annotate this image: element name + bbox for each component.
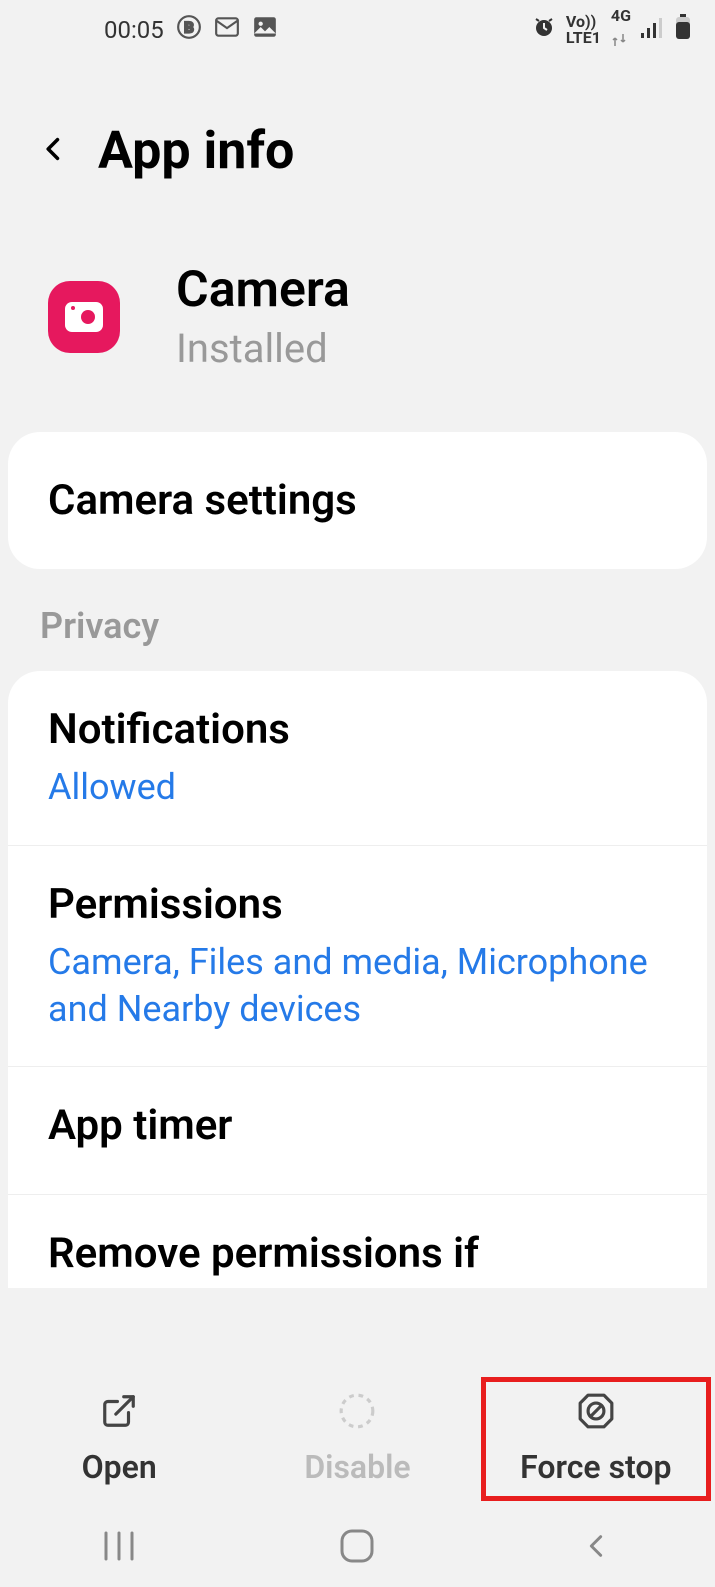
privacy-section-header: Privacy xyxy=(0,569,715,671)
force-stop-button[interactable]: Force stop xyxy=(481,1377,711,1501)
open-icon xyxy=(100,1392,138,1434)
permissions-subtitle: Camera, Files and media, Microphone and … xyxy=(48,939,667,1033)
disable-icon xyxy=(338,1392,376,1434)
page-title: App info xyxy=(98,120,294,181)
privacy-card: Notifications Allowed Permissions Camera… xyxy=(8,671,707,1288)
nav-back-button[interactable] xyxy=(477,1528,715,1568)
open-button[interactable]: Open xyxy=(4,1382,234,1496)
gallery-icon xyxy=(252,14,278,46)
app-timer-item[interactable]: App timer xyxy=(8,1067,707,1195)
disable-label: Disable xyxy=(304,1448,410,1486)
back-button[interactable] xyxy=(40,135,68,167)
status-bar: 00:05 B Vo)) LTE1 4G xyxy=(0,0,715,60)
open-label: Open xyxy=(82,1448,157,1486)
bottom-actions: Open Disable Force stop xyxy=(0,1369,715,1509)
remove-permissions-item[interactable]: Remove permissions if xyxy=(8,1195,707,1278)
app-info-text: Camera Installed xyxy=(176,261,350,372)
mail-icon xyxy=(214,14,240,46)
signal-icon xyxy=(641,16,665,44)
notifications-title: Notifications xyxy=(48,705,667,754)
status-left: 00:05 B xyxy=(24,14,278,46)
app-info-block: Camera Installed xyxy=(0,221,715,432)
volte-indicator: Vo)) LTE1 xyxy=(566,14,601,46)
battery-icon xyxy=(675,14,691,46)
camera-settings-label: Camera settings xyxy=(8,432,707,569)
status-time: 00:05 xyxy=(104,16,164,44)
force-stop-icon xyxy=(577,1392,615,1434)
message-icon: B xyxy=(176,14,202,46)
force-stop-label: Force stop xyxy=(520,1448,671,1486)
home-button[interactable] xyxy=(238,1528,476,1568)
status-right: Vo)) LTE1 4G xyxy=(532,8,691,52)
app-timer-title: App timer xyxy=(48,1101,667,1150)
recent-apps-button[interactable] xyxy=(0,1531,238,1565)
alarm-icon xyxy=(532,15,556,45)
permissions-title: Permissions xyxy=(48,880,667,929)
nav-bar xyxy=(0,1509,715,1587)
notifications-item[interactable]: Notifications Allowed xyxy=(8,671,707,846)
app-status: Installed xyxy=(176,325,350,372)
camera-settings-card[interactable]: Camera settings xyxy=(8,432,707,569)
disable-button: Disable xyxy=(242,1382,472,1496)
svg-text:B: B xyxy=(184,18,194,36)
permissions-item[interactable]: Permissions Camera, Files and media, Mic… xyxy=(8,846,707,1068)
app-name: Camera xyxy=(176,261,350,319)
network-indicator: 4G xyxy=(611,8,631,52)
camera-app-icon xyxy=(48,281,120,353)
notifications-subtitle: Allowed xyxy=(48,764,667,811)
header: App info xyxy=(0,60,715,221)
remove-permissions-title: Remove permissions if xyxy=(48,1229,667,1278)
